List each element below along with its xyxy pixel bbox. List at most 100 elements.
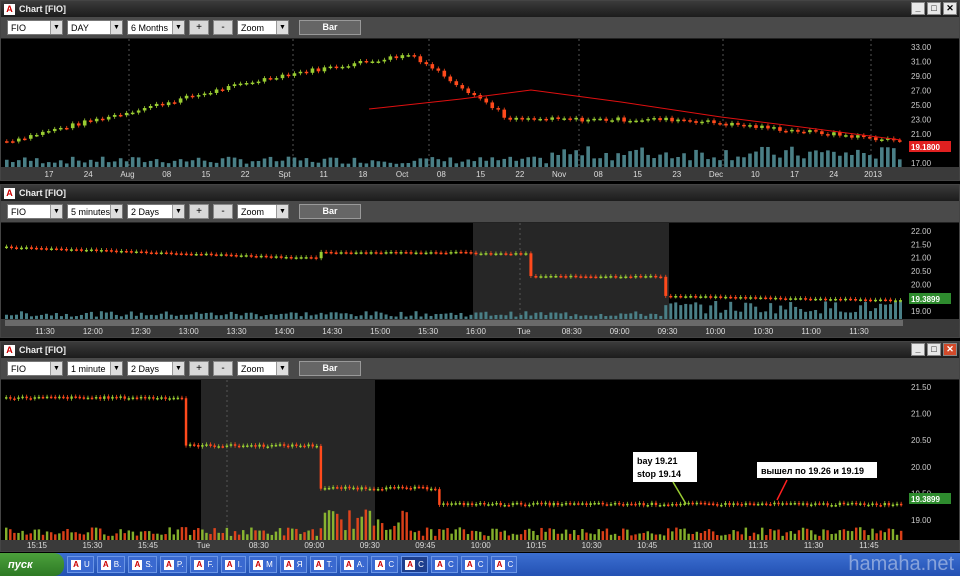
candle-body — [796, 129, 800, 132]
zoom-out-button[interactable]: - — [213, 20, 233, 35]
app-icon: A — [283, 559, 294, 570]
volume-bar — [39, 314, 43, 319]
candle-body — [834, 298, 838, 301]
volume-bar — [107, 535, 110, 540]
volume-bar — [503, 530, 506, 540]
volume-bar — [846, 530, 850, 540]
taskbar-item[interactable]: A P. — [159, 556, 188, 573]
window-title-bar[interactable]: A Chart [FIO] — [1, 185, 959, 201]
close-button[interactable]: ✕ — [943, 343, 957, 356]
app-icon: A — [132, 559, 143, 570]
volume-bar — [634, 311, 638, 319]
taskbar-item[interactable]: A T. — [309, 556, 337, 573]
candle-body — [706, 120, 710, 122]
candle-body — [638, 503, 641, 505]
price-chart-area[interactable]: 33.0031.0029.0027.0025.0023.0021.0019.00… — [1, 39, 959, 180]
interval-select[interactable]: DAY ▼ — [67, 20, 123, 35]
interval-select[interactable]: 5 minutes ▼ — [67, 204, 123, 219]
zoom-in-button[interactable]: + — [189, 204, 209, 219]
candle-body — [568, 118, 572, 120]
ticker-select[interactable]: FIO ▼ — [7, 20, 63, 35]
zoom-in-button[interactable]: + — [189, 20, 209, 35]
candle-body — [732, 503, 735, 506]
minimize-button[interactable]: _ — [911, 2, 925, 15]
taskbar-item[interactable]: AM — [249, 556, 277, 573]
candle-body — [729, 296, 733, 299]
volume-bar — [152, 533, 155, 540]
volume-bar — [262, 530, 265, 540]
window-title-bar[interactable]: A Chart [FIO] _ □ ✕ — [1, 1, 959, 17]
range-select[interactable]: 2 Days ▼ — [127, 204, 185, 219]
candle-body — [573, 503, 576, 505]
volume-bar — [64, 163, 69, 167]
start-button[interactable]: пуск — [0, 553, 64, 576]
zoom-select[interactable]: Zoom ▼ — [237, 204, 289, 219]
taskbar-item[interactable]: AU — [67, 556, 94, 573]
chevron-down-icon: ▼ — [276, 205, 288, 218]
ticker-select[interactable]: FIO ▼ — [7, 204, 63, 219]
chevron-down-icon: ▼ — [172, 205, 184, 218]
candle-body — [630, 503, 633, 506]
maximize-button[interactable]: □ — [927, 343, 941, 356]
volume-bar — [683, 528, 686, 540]
candle-body — [24, 247, 28, 249]
candle-body — [448, 76, 453, 82]
volume-bar — [127, 530, 131, 540]
app-icon: A — [464, 559, 475, 570]
taskbar-item[interactable]: A I. — [220, 556, 247, 573]
taskbar-item[interactable]: A B. — [96, 556, 126, 573]
interval-select[interactable]: 1 minute ▼ — [67, 361, 123, 376]
candle-body — [294, 257, 298, 259]
zoom-in-button[interactable]: + — [189, 361, 209, 376]
time-tick-label: 15:30 — [418, 327, 439, 336]
taskbar-item[interactable]: AC — [460, 556, 488, 573]
window-title-bar[interactable]: A Chart [FIO] _ □ ✕ — [1, 342, 959, 358]
volume-bar — [450, 533, 453, 540]
candle-body — [360, 487, 363, 490]
candle-body — [339, 252, 343, 254]
price-chart-area[interactable]: 21.5021.0020.5020.0019.5019.0019.389915:… — [1, 380, 959, 551]
candle-body — [574, 275, 578, 278]
maximize-button[interactable]: □ — [927, 2, 941, 15]
range-select[interactable]: 2 Days ▼ — [127, 361, 185, 376]
candle-body — [129, 251, 133, 253]
taskbar-item[interactable]: A F. — [190, 556, 218, 573]
close-button[interactable]: ✕ — [943, 2, 957, 15]
current-price-label: 19.1800 — [911, 143, 940, 152]
taskbar-item[interactable]: AC — [430, 556, 458, 573]
taskbar-item[interactable]: A S. — [128, 556, 157, 573]
candle-body — [284, 257, 288, 259]
taskbar-item[interactable]: AЯ — [279, 556, 307, 573]
candle-body — [511, 503, 515, 506]
time-tick-label: 2013 — [864, 170, 882, 179]
candle-body — [754, 297, 758, 299]
candle-body — [679, 503, 682, 506]
ticker-select[interactable]: FIO ▼ — [7, 361, 63, 376]
volume-bar — [10, 162, 15, 167]
volume-bar — [374, 311, 378, 319]
bar-type-button[interactable]: Bar — [299, 361, 361, 376]
zoom-select[interactable]: Zoom ▼ — [237, 361, 289, 376]
volume-bar — [598, 158, 602, 167]
zoom-out-button[interactable]: - — [213, 361, 233, 376]
taskbar-item[interactable]: A A. — [339, 556, 369, 573]
volume-bar — [765, 535, 768, 540]
volume-bar — [585, 532, 588, 540]
range-select[interactable]: 6 Months ▼ — [127, 20, 185, 35]
minimize-button[interactable]: _ — [911, 343, 925, 356]
price-chart-area[interactable]: 22.0021.5021.0020.5020.0019.5019.0019.38… — [1, 223, 959, 337]
candle-body — [675, 503, 678, 506]
candle-body — [205, 444, 208, 446]
bar-type-button[interactable]: Bar — [299, 204, 361, 219]
candle-body — [784, 298, 788, 300]
taskbar-item[interactable]: AC — [490, 556, 518, 573]
candle-body — [640, 120, 644, 122]
taskbar-item[interactable]: AC — [371, 556, 399, 573]
bar-type-button[interactable]: Bar — [299, 20, 361, 35]
volume-bar — [484, 311, 488, 319]
zoom-select[interactable]: Zoom ▼ — [237, 20, 289, 35]
candle-body — [687, 502, 690, 505]
taskbar-item[interactable]: AC — [401, 556, 428, 573]
taskbar-item-label: U — [84, 560, 90, 569]
zoom-out-button[interactable]: - — [213, 204, 233, 219]
